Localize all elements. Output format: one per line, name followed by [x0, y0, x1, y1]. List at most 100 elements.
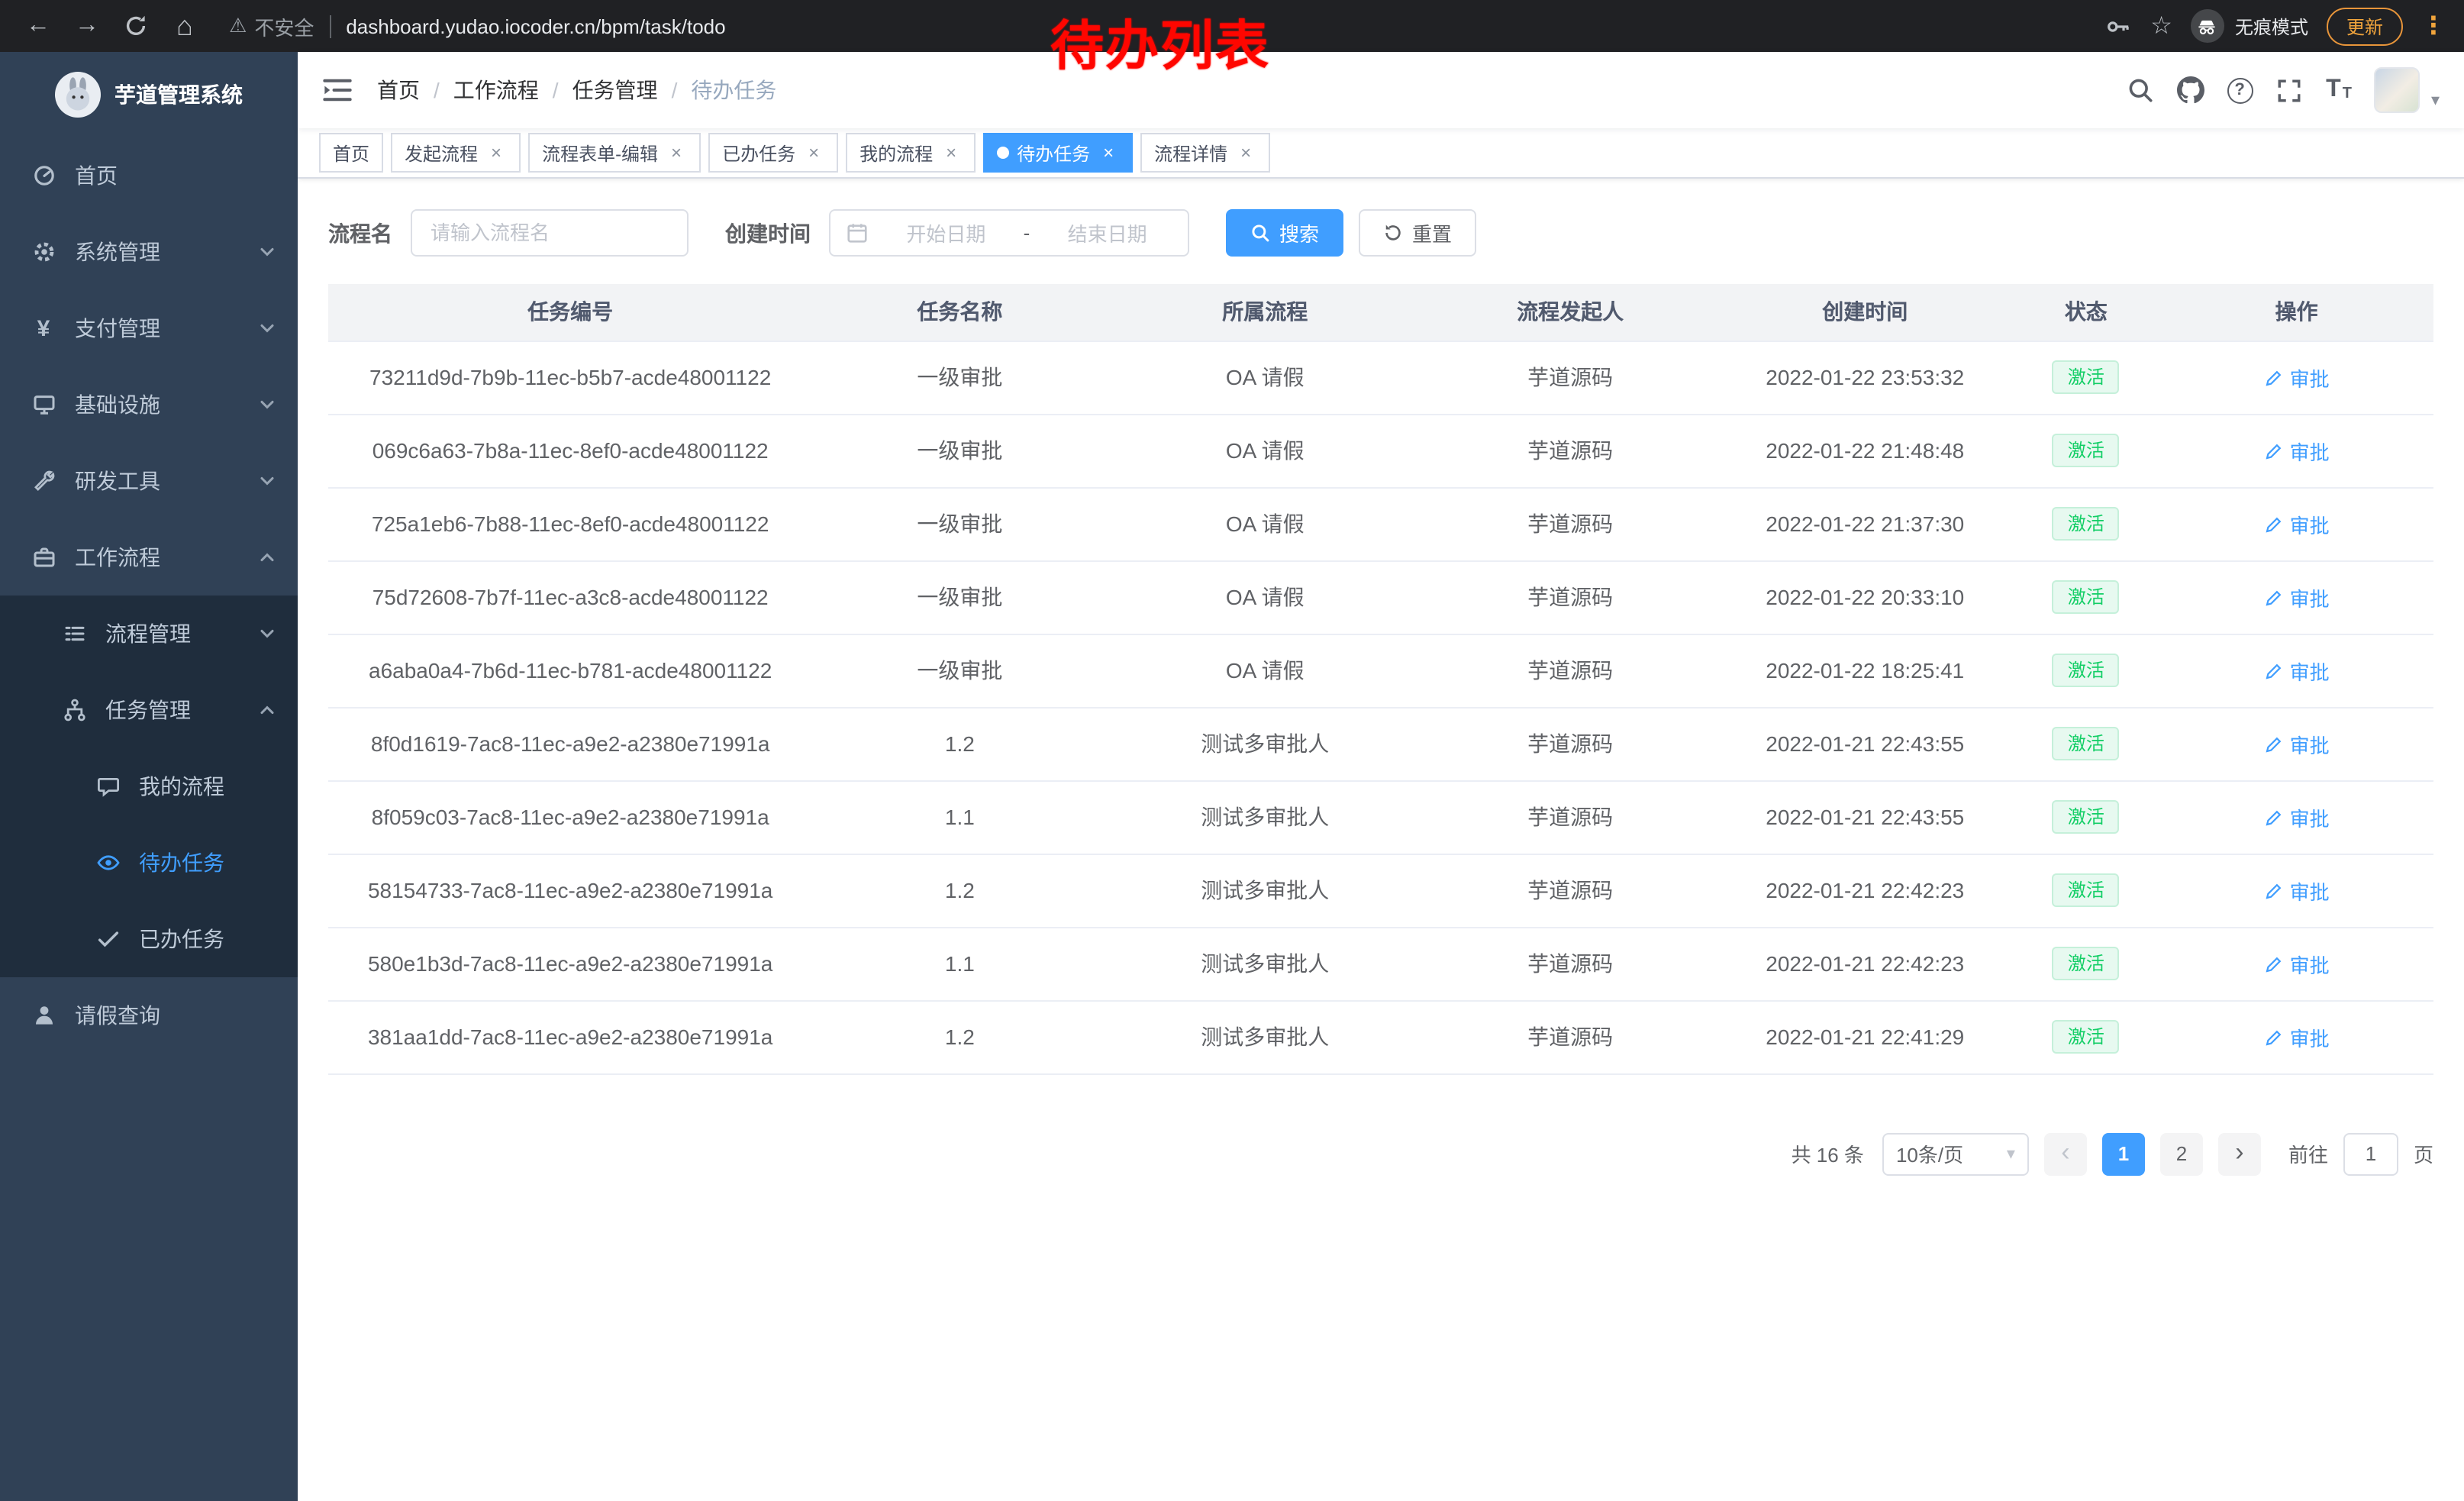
browser-update-button[interactable]: 更新	[2327, 7, 2403, 45]
tab-label: 首页	[333, 140, 369, 166]
create-time-range-picker[interactable]: 开始日期 - 结束日期	[829, 209, 1189, 257]
search-button[interactable]: 搜索	[1226, 209, 1343, 257]
font-size-icon[interactable]: TT	[2326, 78, 2352, 102]
app-logo-row[interactable]: 芋道管理系统	[0, 52, 298, 137]
cell-task-name: 一级审批	[812, 341, 1107, 414]
tab-my-process[interactable]: 我的流程 ×	[846, 133, 976, 173]
sidebar-item-my-process[interactable]: 我的流程	[0, 748, 298, 825]
tab-form-edit[interactable]: 流程表单-编辑 ×	[528, 133, 701, 173]
tab-done-tasks[interactable]: 已办任务 ×	[708, 133, 838, 173]
approve-link[interactable]: 审批	[2264, 363, 2330, 392]
table-row: 75d72608-7b7f-11ec-a3c8-acde48001122 一级审…	[328, 560, 2433, 634]
sitemap-icon	[61, 697, 87, 723]
sidebar-item-task-mgmt[interactable]: 任务管理	[0, 672, 298, 748]
tab-process-detail[interactable]: 流程详情 ×	[1140, 133, 1270, 173]
sidebar-item-label: 研发工具	[75, 466, 258, 496]
filter-bar: 流程名 创建时间 开始日期 - 结束日期	[328, 209, 2433, 257]
pagination-total: 共 16 条	[1792, 1139, 1864, 1168]
table-row: 725a1eb6-7b88-11ec-8ef0-acde48001122 一级审…	[328, 487, 2433, 560]
close-icon[interactable]: ×	[1098, 142, 1119, 163]
sidebar-item-label: 待办任务	[139, 847, 276, 878]
tab-todo-tasks[interactable]: 待办任务 ×	[983, 133, 1133, 173]
browser-menu-icon[interactable]: ⋮	[2421, 11, 2446, 41]
sidebar-item-home[interactable]: 首页	[0, 137, 298, 214]
approve-link[interactable]: 审批	[2264, 729, 2330, 758]
cell-initiator: 芋道源码	[1423, 707, 1717, 780]
reset-button-label: 重置	[1412, 218, 1452, 247]
password-key-icon[interactable]	[2104, 12, 2132, 40]
browser-back-icon[interactable]: ←	[18, 6, 58, 46]
sidebar-item-system[interactable]: 系统管理	[0, 214, 298, 290]
breadcrumb-item-current: 待办任务	[691, 75, 776, 105]
chevron-down-icon: ▾	[2007, 1144, 2015, 1164]
fullscreen-icon[interactable]	[2275, 76, 2303, 104]
chevron-down-icon	[258, 243, 276, 261]
bookmark-star-icon[interactable]: ☆	[2150, 11, 2172, 41]
sidebar-item-workflow[interactable]: 工作流程	[0, 519, 298, 596]
tab-home[interactable]: 首页	[319, 133, 383, 173]
avatar[interactable]	[2375, 67, 2420, 113]
chat-bubble-icon	[95, 773, 121, 799]
sidebar-item-devtools[interactable]: 研发工具	[0, 443, 298, 519]
page-button-1[interactable]: 1	[2102, 1132, 2145, 1175]
cell-task-id: 8f059c03-7ac8-11ec-a9e2-a2380e71991a	[328, 780, 812, 854]
browser-reload-icon[interactable]	[116, 6, 156, 46]
col-header-initiator: 流程发起人	[1423, 284, 1717, 341]
goto-page-input[interactable]	[2343, 1132, 2398, 1175]
approve-link[interactable]: 审批	[2264, 509, 2330, 538]
breadcrumb-item-workflow[interactable]: 工作流程	[453, 75, 539, 105]
tab-label: 发起流程	[405, 140, 478, 166]
approve-link[interactable]: 审批	[2264, 1022, 2330, 1051]
next-page-button[interactable]: ›	[2218, 1132, 2261, 1175]
breadcrumb-item-home[interactable]: 首页	[377, 75, 420, 105]
approve-link[interactable]: 审批	[2264, 656, 2330, 685]
sidebar-item-todo-tasks[interactable]: 待办任务	[0, 825, 298, 901]
page-size-select[interactable]: 10条/页 ▾	[1882, 1132, 2029, 1175]
cell-created: 2022-01-22 20:33:10	[1717, 560, 2012, 634]
avatar-caret-icon[interactable]: ▾	[2431, 90, 2440, 110]
approve-link[interactable]: 审批	[2264, 436, 2330, 465]
sidebar-item-infra[interactable]: 基础设施	[0, 366, 298, 443]
reset-button[interactable]: 重置	[1359, 209, 1476, 257]
sidebar: 芋道管理系统 首页 系统管理 ¥ 支付管理	[0, 52, 298, 1501]
url-text[interactable]: dashboard.yudao.iocoder.cn/bpm/task/todo	[346, 15, 725, 37]
cell-task-id: 381aa1dd-7ac8-11ec-a9e2-a2380e71991a	[328, 1000, 812, 1073]
close-icon[interactable]: ×	[803, 142, 824, 163]
approve-link[interactable]: 审批	[2264, 949, 2330, 978]
cell-process: OA 请假	[1107, 487, 1423, 560]
approve-link[interactable]: 审批	[2264, 802, 2330, 831]
cell-task-name: 一级审批	[812, 560, 1107, 634]
sidebar-item-payment[interactable]: ¥ 支付管理	[0, 290, 298, 366]
incognito-indicator: 无痕模式	[2191, 9, 2308, 43]
not-secure-warning-icon: ⚠	[229, 14, 247, 38]
close-icon[interactable]: ×	[940, 142, 962, 163]
close-icon[interactable]: ×	[1235, 142, 1256, 163]
process-name-input[interactable]	[411, 209, 689, 257]
close-icon[interactable]: ×	[485, 142, 507, 163]
browser-forward-icon[interactable]: →	[67, 6, 107, 46]
approve-link[interactable]: 审批	[2264, 876, 2330, 905]
search-icon[interactable]	[2126, 76, 2153, 104]
cell-created: 2022-01-21 22:43:55	[1717, 780, 2012, 854]
table-row: 58154733-7ac8-11ec-a9e2-a2380e71991a 1.2…	[328, 854, 2433, 927]
sidebar-toggle-icon[interactable]	[322, 76, 353, 104]
monitor-icon	[31, 392, 56, 418]
page-button-2[interactable]: 2	[2160, 1132, 2203, 1175]
prev-page-button[interactable]: ‹	[2044, 1132, 2087, 1175]
approve-link[interactable]: 审批	[2264, 583, 2330, 612]
close-icon[interactable]: ×	[666, 142, 687, 163]
sidebar-item-process-mgmt[interactable]: 流程管理	[0, 596, 298, 672]
create-time-label: 创建时间	[725, 218, 811, 248]
process-name-label: 流程名	[328, 218, 392, 248]
sidebar-item-done-tasks[interactable]: 已办任务	[0, 901, 298, 977]
breadcrumb-item-task-mgmt[interactable]: 任务管理	[572, 75, 658, 105]
status-badge: 激活	[2053, 947, 2120, 980]
chevron-down-icon	[258, 625, 276, 643]
github-icon[interactable]	[2176, 76, 2204, 104]
help-icon[interactable]: ?	[2227, 77, 2253, 103]
check-icon	[95, 926, 121, 952]
sidebar-item-leave-query[interactable]: 请假查询	[0, 977, 298, 1054]
tab-start-process[interactable]: 发起流程 ×	[391, 133, 521, 173]
browser-home-icon[interactable]: ⌂	[165, 6, 205, 46]
cell-process: 测试多审批人	[1107, 780, 1423, 854]
